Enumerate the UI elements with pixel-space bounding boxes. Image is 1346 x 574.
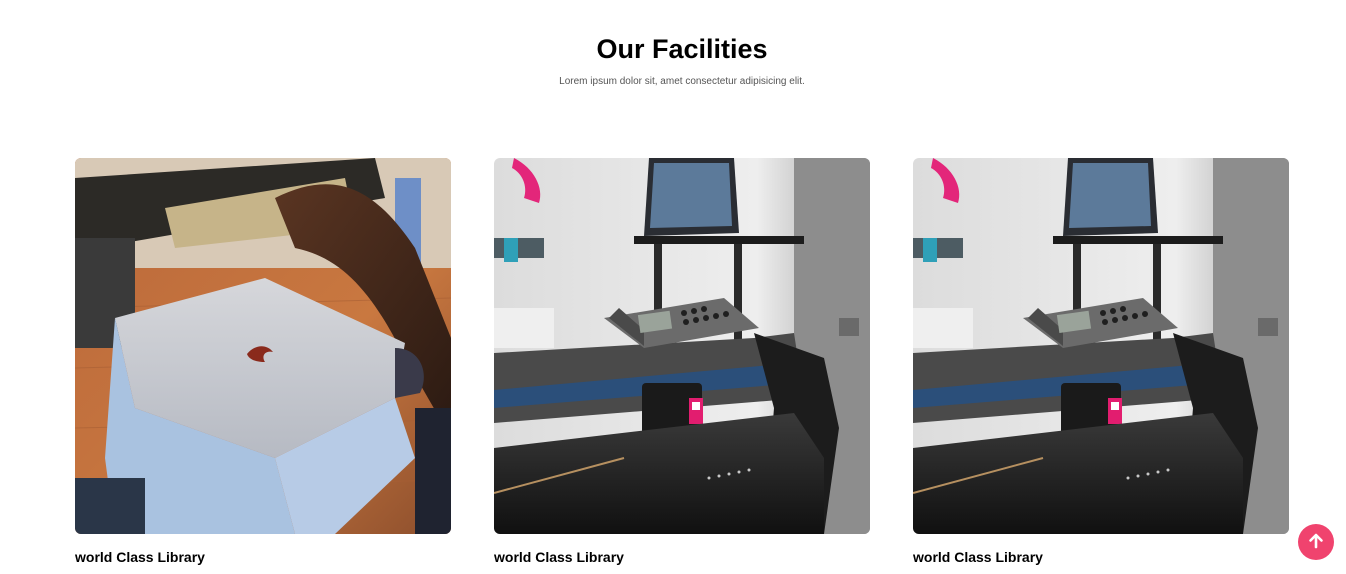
- section-subtitle: Lorem ipsum dolor sit, amet consectetur …: [559, 76, 805, 87]
- facility-card-caption: world Class Library: [494, 549, 624, 565]
- arrow-up-icon: [1307, 532, 1325, 553]
- facilities-page: Our Facilities Lorem ipsum dolor sit, am…: [0, 0, 1346, 574]
- section-title: Our Facilities: [596, 34, 768, 64]
- facility-card: world Class Library: [494, 158, 870, 566]
- facility-image-vinyl-cutter: [913, 158, 1289, 534]
- facility-card: world Class Library: [913, 158, 1289, 566]
- facility-image-vinyl-cutter: [494, 158, 870, 534]
- facility-card: world Class Library: [75, 158, 451, 566]
- facility-image-screen-printing: [75, 158, 451, 534]
- facility-card-caption: world Class Library: [75, 549, 205, 565]
- facility-card-caption: world Class Library: [913, 549, 1043, 565]
- scroll-to-top-button[interactable]: [1298, 524, 1334, 560]
